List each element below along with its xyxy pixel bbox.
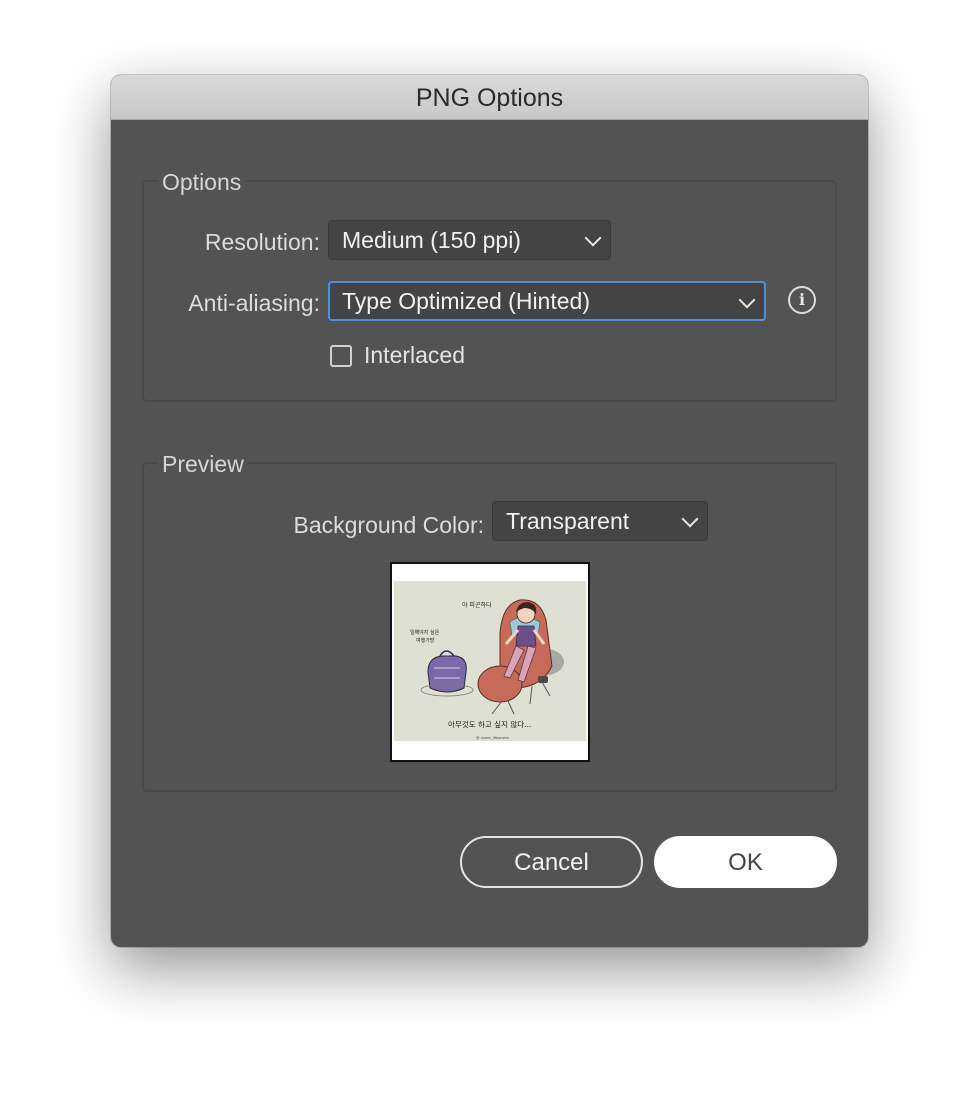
antialiasing-label: Anti-aliasing: [188, 290, 320, 316]
preview-group-title: Preview [158, 451, 248, 478]
background-color-select-value: Transparent [506, 508, 630, 534]
dialog-title: PNG Options [111, 75, 868, 120]
thumbnail-credit: @ comic_lifeonsite [476, 736, 509, 740]
thumbnail-text-left-2: 여행가방 [416, 637, 435, 644]
interlaced-checkbox[interactable] [330, 345, 352, 367]
info-circle-icon[interactable]: i [788, 286, 816, 314]
chevron-down-icon [681, 510, 699, 528]
background-color-label: Background Color: [293, 512, 485, 538]
preview-illustration: 아 피곤하다 일해야지 싶은 여행가방 아무것도 하고 싶지 않다... @ c… [394, 581, 586, 741]
thumbnail-caption: 아무것도 하고 싶지 않다... [448, 719, 531, 729]
options-group-title: Options [158, 169, 246, 196]
chevron-down-icon [738, 291, 756, 309]
resolution-label: Resolution: [204, 229, 320, 255]
antialiasing-select-value: Type Optimized (Hinted) [342, 288, 590, 314]
chevron-down-icon [584, 229, 602, 247]
ok-button[interactable]: OK [654, 836, 837, 888]
background-color-select[interactable]: Transparent [492, 501, 708, 541]
preview-thumbnail: 아 피곤하다 일해야지 싶은 여행가방 아무것도 하고 싶지 않다... @ c… [390, 562, 590, 762]
png-options-dialog: PNG Options Options Resolution: Medium (… [111, 75, 868, 947]
resolution-select[interactable]: Medium (150 ppi) [328, 220, 611, 260]
interlaced-label[interactable]: Interlaced [364, 342, 465, 369]
cancel-button[interactable]: Cancel [460, 836, 643, 888]
resolution-select-value: Medium (150 ppi) [342, 227, 521, 253]
antialiasing-select[interactable]: Type Optimized (Hinted) [328, 281, 766, 321]
thumbnail-text-top: 아 피곤하다 [462, 601, 492, 609]
thumbnail-text-left-1: 일해야지 싶은 [410, 629, 440, 636]
